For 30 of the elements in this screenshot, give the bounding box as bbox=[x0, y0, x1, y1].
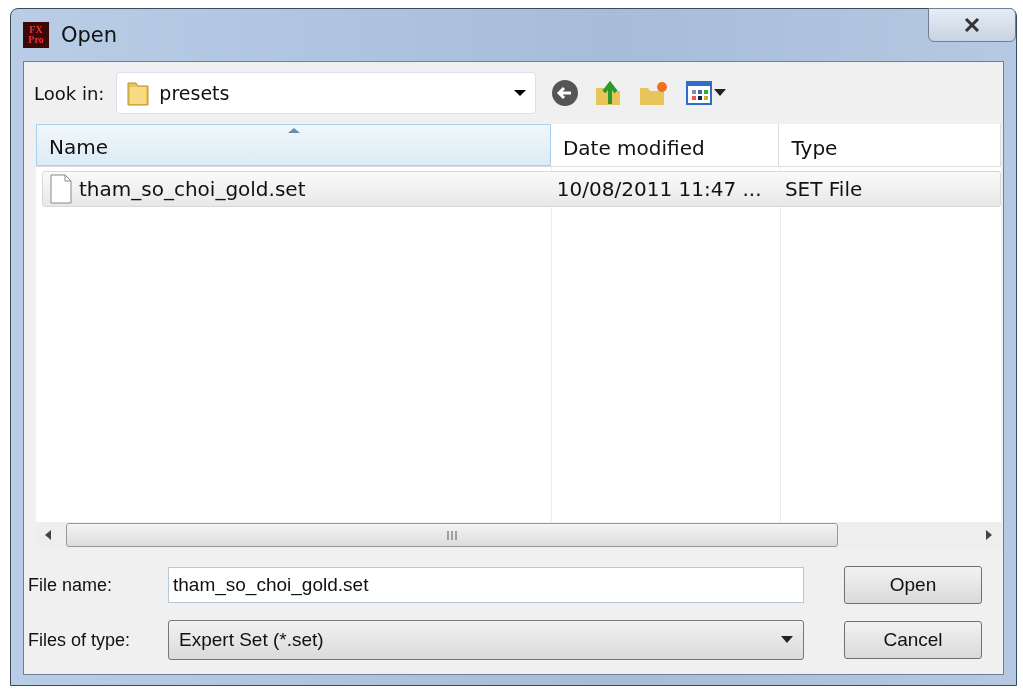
view-menu-icon[interactable] bbox=[686, 81, 727, 105]
close-button[interactable] bbox=[928, 8, 1016, 42]
window-title: Open bbox=[61, 23, 118, 47]
caret-icon bbox=[513, 89, 528, 97]
file-name-cell: tham_so_choi_gold.set bbox=[79, 177, 306, 201]
file-row[interactable]: tham_so_choi_gold.set 10/08/2011 11:47 ... SET File bbox=[42, 171, 1001, 207]
sort-arrow-icon bbox=[287, 127, 301, 134]
caret-icon bbox=[781, 636, 793, 644]
scroll-right-icon[interactable] bbox=[985, 530, 993, 540]
close-icon bbox=[963, 18, 981, 32]
horizontal-scrollbar[interactable] bbox=[36, 522, 1001, 548]
folder-icon bbox=[125, 79, 152, 107]
scroll-left-icon[interactable] bbox=[44, 530, 52, 540]
open-button[interactable]: Open bbox=[844, 566, 982, 604]
column-header[interactable]: Name bbox=[36, 124, 551, 166]
file-type-label: Files of type: bbox=[28, 629, 132, 651]
file-name-field[interactable]: tham_so_choi_gold.set bbox=[168, 567, 804, 603]
app-logo-icon: FX Pro bbox=[23, 22, 49, 48]
scrollbar-thumb[interactable] bbox=[66, 523, 838, 547]
cancel-button[interactable]: Cancel bbox=[844, 621, 982, 659]
date-cell: 10/08/2011 11:47 ... bbox=[556, 177, 762, 201]
file-name-label: File name: bbox=[28, 574, 114, 596]
look-in-dropdown[interactable]: presets bbox=[116, 72, 537, 114]
file-type-dropdown[interactable]: Expert Set (*.set) bbox=[168, 620, 804, 660]
file-icon bbox=[49, 174, 73, 204]
type-cell: SET File bbox=[784, 177, 863, 201]
look-in-label: Look in: bbox=[34, 82, 105, 104]
back-icon[interactable] bbox=[550, 78, 581, 108]
column-header[interactable]: Type bbox=[779, 124, 1001, 166]
column-header[interactable]: Date modified bbox=[550, 124, 780, 166]
